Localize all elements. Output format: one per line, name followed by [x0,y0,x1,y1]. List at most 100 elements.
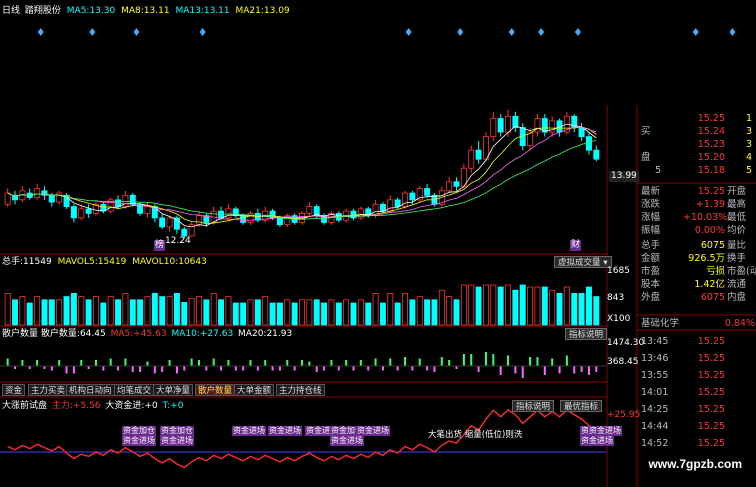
households-bar [418,358,421,366]
households-value: 64.45 [79,329,106,339]
volume-bar [497,286,504,326]
signal-top: 资金进场 [268,426,302,436]
signal-bottom: 资金进场 [160,436,194,446]
signal-label: 资金进场 [232,426,266,436]
amp-value: 0.00% [694,225,725,236]
tab-item[interactable]: 资金 [2,384,26,396]
volume-bar [335,302,342,326]
order-volume: 5 [745,165,752,176]
volume-bar [210,292,217,326]
pct-label: 涨幅 [641,212,661,223]
tick-price: 15.25 [697,353,725,364]
diamond-marker [199,28,206,36]
tab-item[interactable]: 主力买卖 [28,384,69,396]
volume-bar [475,286,482,326]
volume-bar [166,296,173,326]
households-bar [426,366,429,371]
ma13-label: MA13: [175,6,204,16]
signal-top: 资金进场 [232,426,266,436]
candle-body [48,194,55,203]
period-label[interactable]: 日线 [2,6,20,16]
households-bar [462,354,465,366]
households-bar [124,358,127,366]
households-explain-button[interactable]: 指标说明 [565,328,608,340]
candle-body [313,206,320,217]
households-bar [109,358,112,366]
ma21-value: 13.09 [263,6,290,16]
households-bar [293,366,296,371]
households-bar [21,360,24,366]
tab-item[interactable]: 主力持仓线 [276,384,325,396]
households-bar [249,360,252,366]
volume-bar [196,296,202,326]
candle-body [446,181,453,192]
candle-body [394,199,401,208]
tab-item[interactable]: 机构日动向 [66,384,115,396]
households-bar [301,360,303,366]
big-fund-label: 大资金进: [105,401,145,411]
tab-item[interactable]: 大单净量 [153,384,194,396]
candle-body [424,188,431,196]
volume-bar [299,299,305,326]
households-title: 散户数量 [2,329,39,339]
households-bar [580,366,583,372]
candle-body [4,192,11,205]
bottom-explain-button[interactable]: 指标说明 [512,400,555,412]
signal-label: 资金进场 [356,426,390,436]
latest-value: 15.25 [697,186,725,197]
virtual-volume-button[interactable]: 虚拟成交量 ▾ [554,256,612,268]
mavol5-label: MAVOL5: [57,257,98,267]
households-bar [352,366,355,371]
households-bar [220,366,223,371]
volume-bar [262,296,269,326]
households-bar [404,357,407,366]
households-bar [507,355,510,366]
households-bar [499,366,502,375]
candle-body [482,136,489,160]
volume-bar [343,299,350,326]
volume-axis-mid: 843 [607,293,625,303]
candle-body [453,181,460,187]
ranking-badge[interactable]: 榜 [154,240,166,251]
volume-bar [563,286,570,326]
households-bar [58,360,61,366]
volume-bar [173,292,180,326]
volume-bar [232,302,239,326]
households-bar [492,354,495,366]
households-bar [514,366,517,374]
households-bar [345,360,348,366]
households-bar [94,360,97,366]
candle-body [166,217,173,228]
bottom-header: 大涨前试盘 主力:+5.56 大资金进:+0 T:+0 [2,401,183,412]
candle-body [490,118,497,138]
volume-bar [144,296,151,326]
households-bar [183,366,186,371]
volume-bar [48,299,55,326]
households-bar [205,366,208,371]
diamond-marker [89,28,96,36]
tab-item[interactable]: 大单金额 [234,384,275,396]
tab-item[interactable]: 均笔成交 [114,384,155,396]
candle-body [475,149,482,160]
volume-bar [365,302,372,326]
best-indicator-button[interactable]: 最优指标 [560,400,603,412]
finance-badge[interactable]: 财 [570,240,582,251]
candle-body [159,217,166,228]
volume-bar [387,292,394,326]
households-bar [278,366,281,371]
volume-bar [203,299,210,326]
hh-ma5-value: +45.63 [133,329,167,339]
volume-bar [122,292,129,326]
households-bar [242,366,245,371]
candle-body [306,206,313,214]
open-label: 开盘 [727,186,747,197]
sector-label[interactable]: 基础化学 [641,318,679,329]
signal-label: 资金加仓资金进场 [160,426,194,446]
tab-item[interactable]: 散户数量 [195,384,236,396]
volume-bar [438,289,445,326]
volume-bar [276,302,283,326]
households-bar [367,366,370,371]
volume-bar [409,299,416,326]
hh-ma5-label: MA5: [110,329,134,339]
volume-bar [328,299,335,326]
